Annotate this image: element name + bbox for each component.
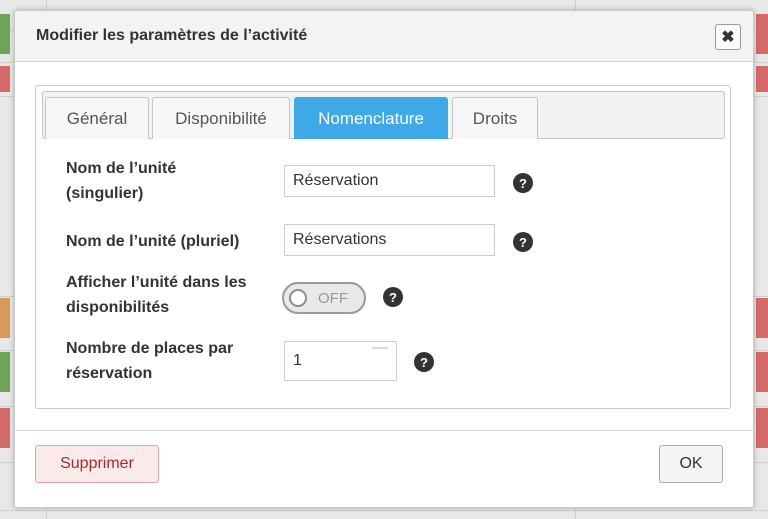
tab-bar: Général Disponibilité Nomenclature Droit… [42, 91, 725, 139]
places-label-line2: réservation [66, 365, 153, 382]
ok-button[interactable]: OK [659, 445, 723, 483]
places-label: Nombre de places par réservation [66, 336, 233, 386]
places-label-line1: Nombre de places par [66, 340, 234, 357]
unit-plural-input[interactable]: Réservations [284, 224, 495, 256]
toggle-knob [289, 289, 307, 307]
activity-settings-dialog: Modifier les paramètres de l’activité ✖ … [14, 10, 754, 508]
places-stepper[interactable]: 1 [284, 341, 397, 381]
help-icon-places[interactable]: ? [414, 352, 434, 372]
unit-singular-label: Nom de l’unité (singulier) [66, 156, 176, 206]
unit-singular-label-line1: Nom de l’unité [66, 160, 177, 177]
show-unit-label: Afficher l’unité dans les disponibilités [66, 270, 246, 320]
delete-button[interactable]: Supprimer [35, 445, 159, 483]
toggle-state-text: OFF [318, 290, 348, 307]
stepper-arrows[interactable] [372, 347, 388, 349]
settings-panel: Général Disponibilité Nomenclature Droit… [35, 85, 731, 409]
close-icon: ✖ [721, 29, 735, 46]
help-icon-show-unit[interactable]: ? [383, 287, 403, 307]
unit-plural-label: Nom de l’unité (pluriel) [66, 233, 240, 250]
tab-droits[interactable]: Droits [452, 97, 538, 139]
unit-singular-label-line2: (singulier) [66, 185, 144, 202]
unit-singular-input[interactable]: Réservation [284, 165, 495, 197]
help-icon-singular[interactable]: ? [513, 173, 533, 193]
show-unit-toggle[interactable]: OFF [282, 282, 366, 314]
tab-general[interactable]: Général [45, 97, 149, 139]
dialog-title: Modifier les paramètres de l’activité [36, 27, 308, 44]
footer-divider [15, 430, 753, 431]
tab-disponibilite[interactable]: Disponibilité [152, 97, 290, 139]
places-value: 1 [293, 352, 302, 369]
show-unit-label-line2: disponibilités [66, 299, 170, 316]
help-icon-plural[interactable]: ? [513, 232, 533, 252]
dialog-header: Modifier les paramètres de l’activité ✖ [15, 11, 753, 62]
close-button[interactable]: ✖ [715, 24, 741, 50]
show-unit-label-line1: Afficher l’unité dans les [66, 274, 247, 291]
tab-nomenclature[interactable]: Nomenclature [294, 97, 448, 139]
